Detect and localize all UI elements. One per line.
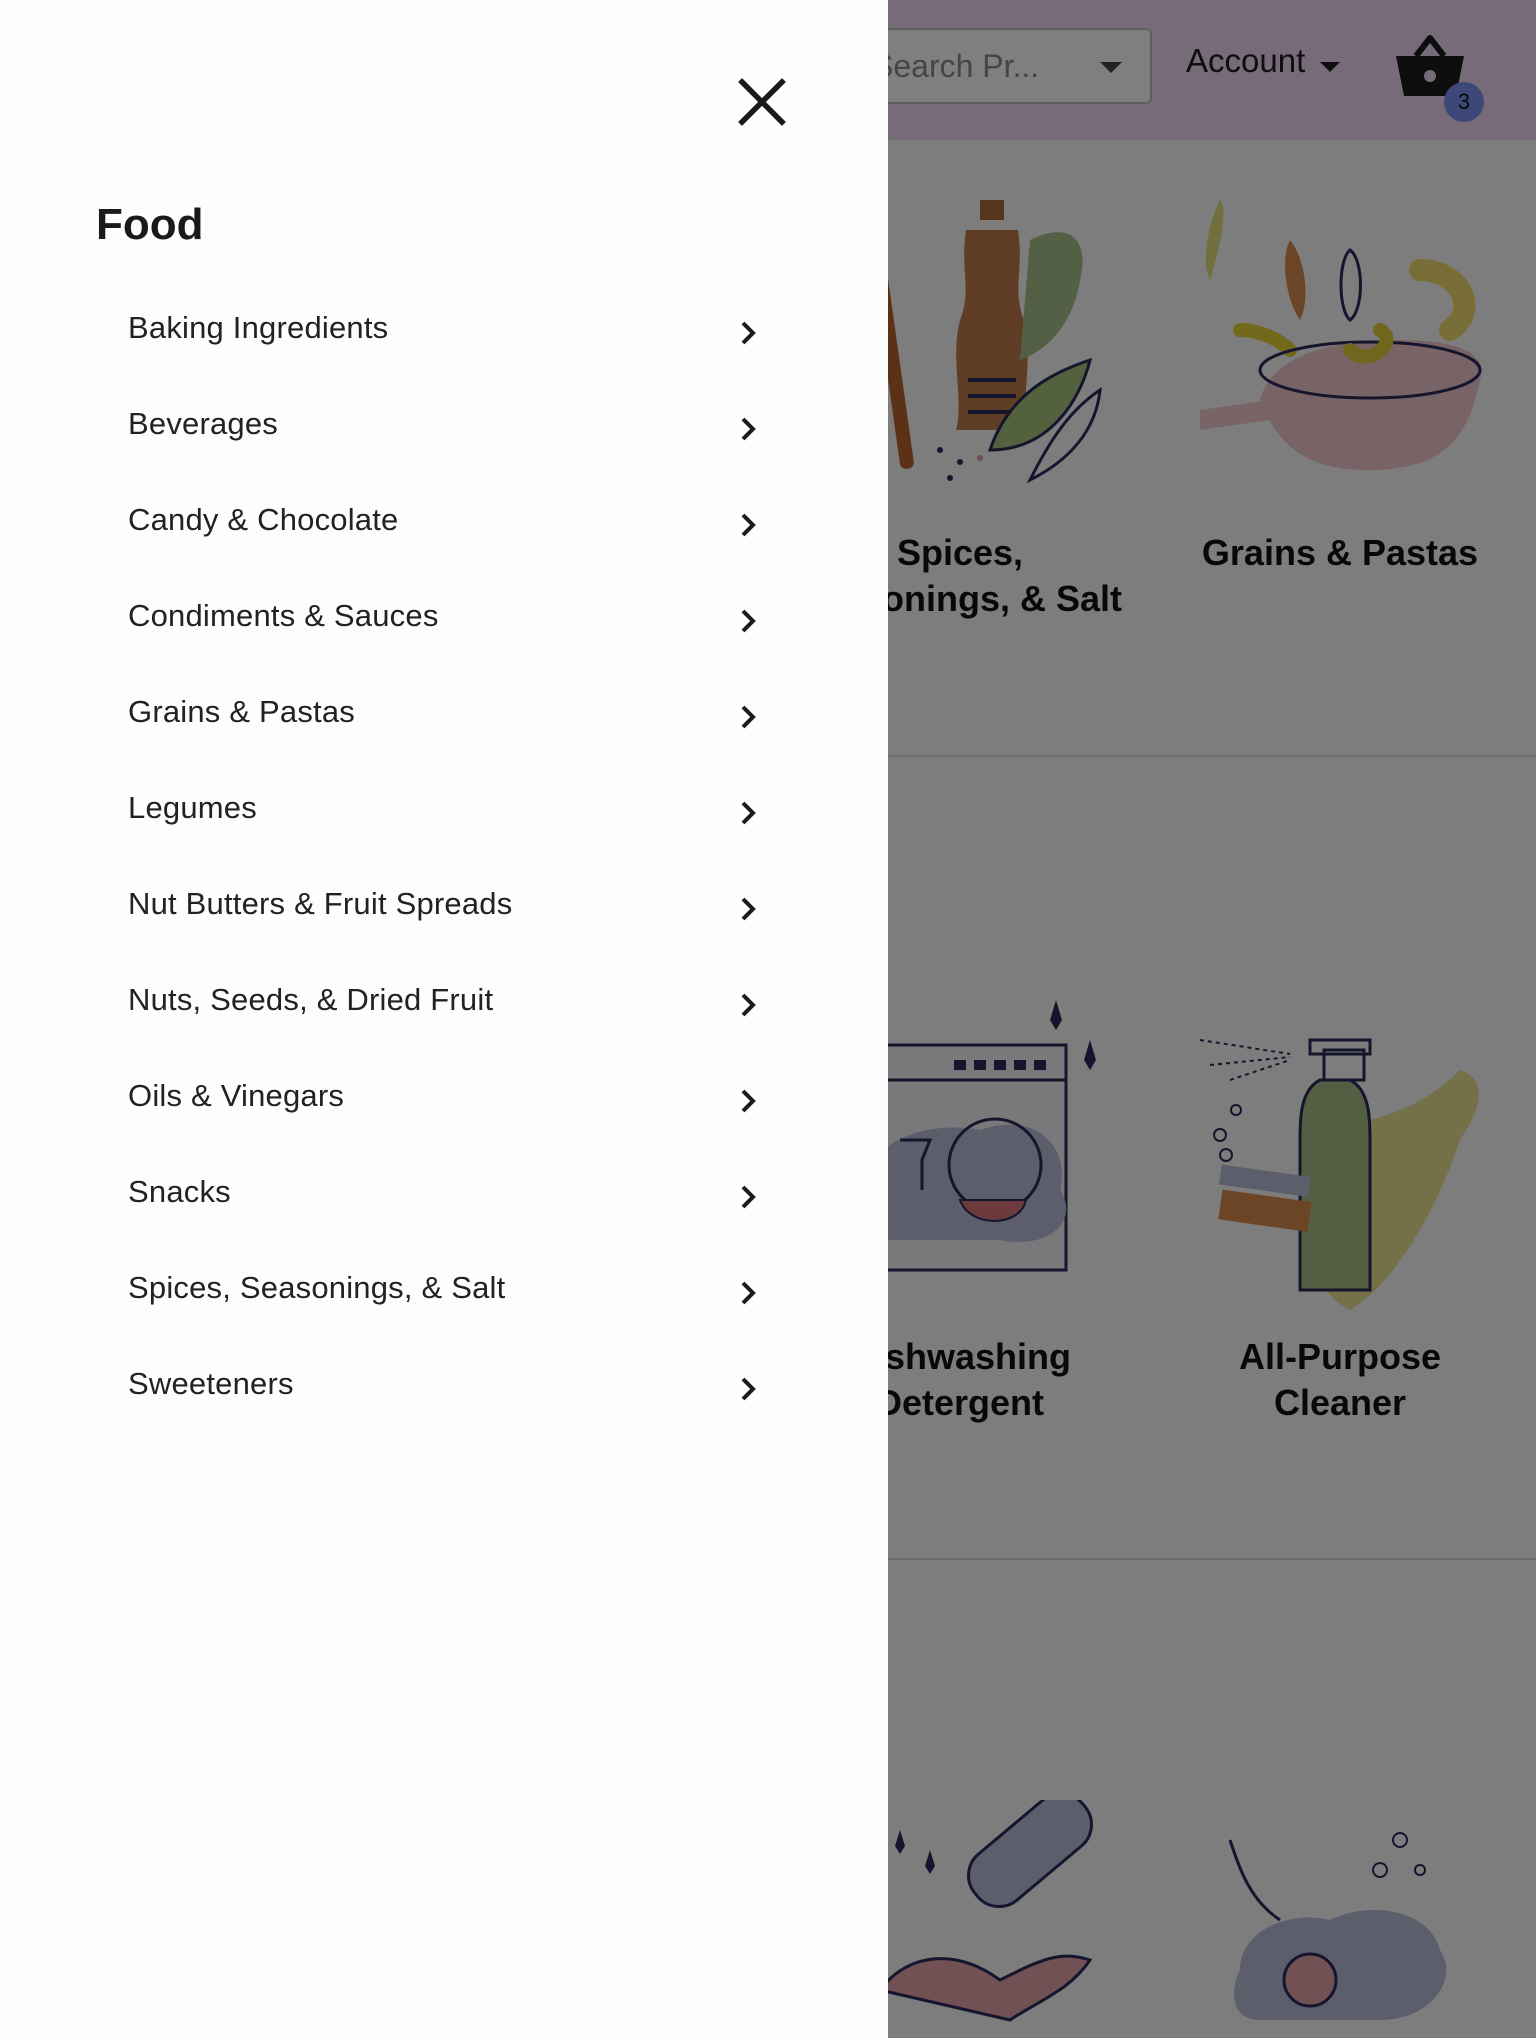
chevron-right-icon xyxy=(741,705,756,729)
category-item[interactable]: Sweeteners xyxy=(128,1352,758,1448)
drawer-title: Food xyxy=(96,200,204,249)
chevron-right-icon xyxy=(741,417,756,441)
close-icon[interactable] xyxy=(736,76,788,128)
chevron-right-icon xyxy=(741,321,756,345)
category-item[interactable]: Nuts, Seeds, & Dried Fruit xyxy=(128,968,758,1064)
category-drawer: Food Baking Ingredients Beverages Candy & … xyxy=(0,0,888,2038)
category-item[interactable]: Condiments & Sauces xyxy=(128,584,758,680)
category-item[interactable]: Baking Ingredients xyxy=(128,296,758,392)
category-item-label: Spices, Seasonings, & Salt xyxy=(128,1270,506,1305)
category-item-label: Candy & Chocolate xyxy=(128,502,399,537)
category-item[interactable]: Spices, Seasonings, & Salt xyxy=(128,1256,758,1352)
category-item[interactable]: Candy & Chocolate xyxy=(128,488,758,584)
chevron-right-icon xyxy=(741,1377,756,1401)
chevron-right-icon xyxy=(741,897,756,921)
chevron-right-icon xyxy=(741,1089,756,1113)
category-item[interactable]: Nut Butters & Fruit Spreads xyxy=(128,872,758,968)
category-item-label: Grains & Pastas xyxy=(128,694,355,729)
category-item-label: Baking Ingredients xyxy=(128,310,389,345)
category-item[interactable]: Oils & Vinegars xyxy=(128,1064,758,1160)
category-item[interactable]: Legumes xyxy=(128,776,758,872)
category-item-label: Beverages xyxy=(128,406,279,441)
category-item-label: Condiments & Sauces xyxy=(128,598,439,633)
category-item-label: Sweeteners xyxy=(128,1366,294,1401)
chevron-right-icon xyxy=(741,801,756,825)
category-item-label: Snacks xyxy=(128,1174,231,1209)
chevron-right-icon xyxy=(741,1281,756,1305)
category-item[interactable]: Snacks xyxy=(128,1160,758,1256)
category-item-label: Nut Butters & Fruit Spreads xyxy=(128,886,513,921)
category-item-label: Oils & Vinegars xyxy=(128,1078,345,1113)
category-list: Baking Ingredients Beverages Candy & Choco… xyxy=(128,296,758,1448)
category-item-label: Legumes xyxy=(128,790,257,825)
category-item[interactable]: Beverages xyxy=(128,392,758,488)
chevron-right-icon xyxy=(741,609,756,633)
chevron-right-icon xyxy=(741,993,756,1017)
chevron-right-icon xyxy=(741,1185,756,1209)
category-item-label: Nuts, Seeds, & Dried Fruit xyxy=(128,982,494,1017)
category-item[interactable]: Grains & Pastas xyxy=(128,680,758,776)
chevron-right-icon xyxy=(741,513,756,537)
